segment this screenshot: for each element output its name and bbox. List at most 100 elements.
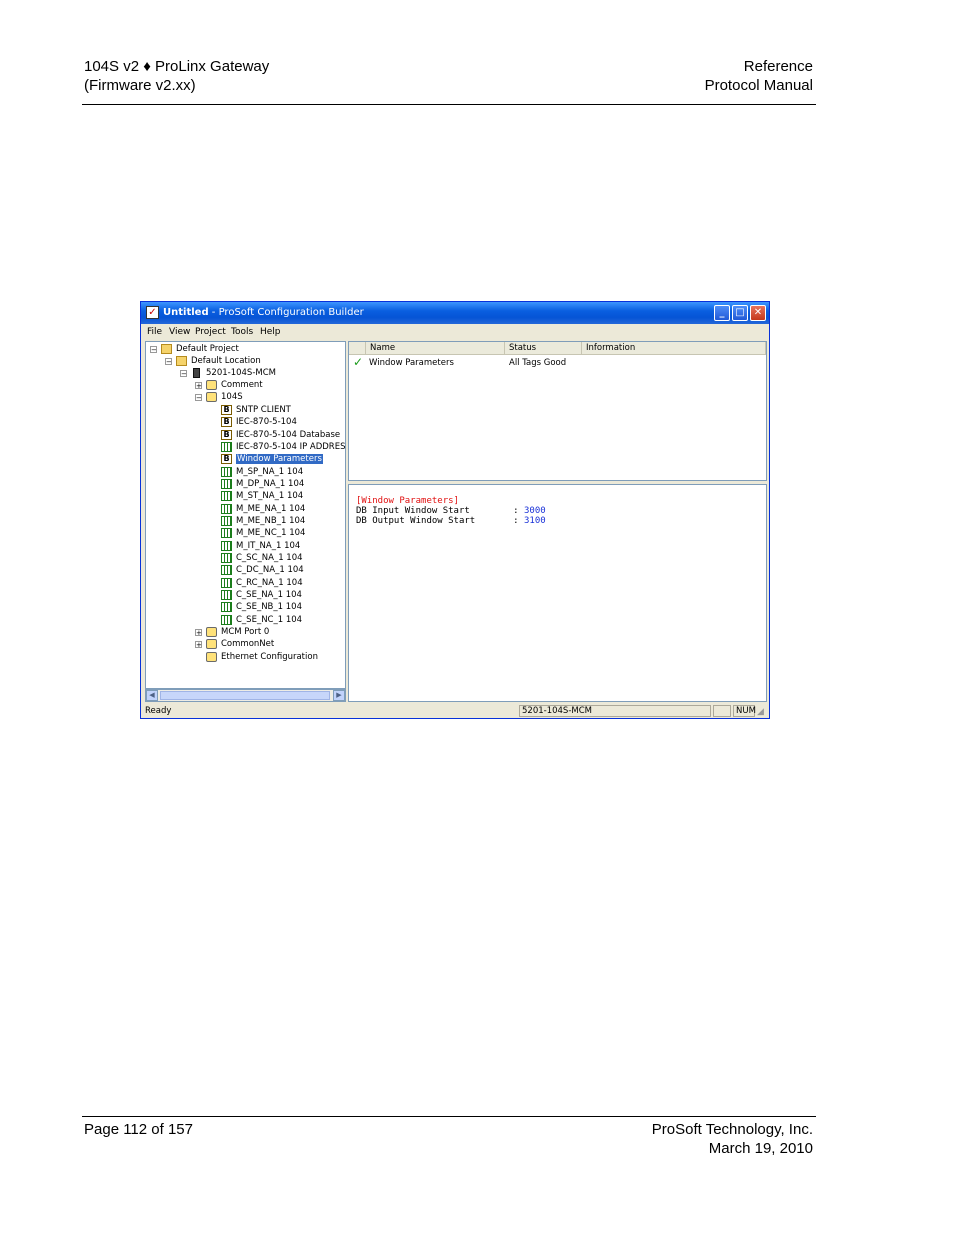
config-line-output-start: DB Output Window Start : 3100 bbox=[356, 516, 546, 526]
status-list[interactable]: Name Status Information ✓ Window Paramet… bbox=[348, 341, 767, 481]
config-icon: B bbox=[221, 405, 232, 415]
header-rule bbox=[82, 104, 816, 105]
grid-icon bbox=[221, 565, 232, 575]
footer-date: March 19, 2010 bbox=[708, 1140, 813, 1157]
grid-icon bbox=[221, 590, 232, 600]
tree-item-c-se-nb[interactable]: C_SE_NB_1 104 bbox=[221, 601, 302, 613]
config-text-view[interactable]: [Window Parameters] DB Input Window Star… bbox=[348, 484, 767, 702]
tree-item-default-project[interactable]: Default Project bbox=[161, 343, 239, 355]
tree-item-default-location[interactable]: Default Location bbox=[176, 355, 261, 367]
menu-tools[interactable]: Tools bbox=[231, 327, 253, 337]
tree-item-iec-104-ip[interactable]: IEC-870-5-104 IP ADDRESSES bbox=[221, 441, 345, 453]
tree-item-iec-104[interactable]: B IEC-870-5-104 bbox=[221, 416, 297, 428]
window-title: Untitled - ProSoft Configuration Builder bbox=[163, 307, 364, 318]
menu-project[interactable]: Project bbox=[195, 327, 226, 337]
menu-file[interactable]: File bbox=[147, 327, 162, 337]
tree-item-m-me-nc[interactable]: M_ME_NC_1 104 bbox=[221, 527, 305, 539]
grid-icon bbox=[221, 602, 232, 612]
network-icon bbox=[206, 639, 217, 649]
maximize-button[interactable]: □ bbox=[732, 305, 748, 321]
column-header-name[interactable]: Name bbox=[366, 342, 505, 355]
collapse-icon[interactable]: − bbox=[180, 370, 187, 378]
scroll-thumb[interactable] bbox=[160, 691, 330, 700]
tree-item-m-me-nb[interactable]: M_ME_NB_1 104 bbox=[221, 515, 305, 527]
title-app: - ProSoft Configuration Builder bbox=[208, 307, 364, 318]
expand-icon[interactable]: + bbox=[195, 629, 202, 637]
config-icon: B bbox=[221, 417, 232, 427]
tree-item-m-dp-na[interactable]: M_DP_NA_1 104 bbox=[221, 478, 304, 490]
expand-icon[interactable]: + bbox=[195, 641, 202, 649]
header-product: 104S v2 ♦ ProLinx Gateway bbox=[84, 58, 270, 75]
tree-item-m-it-na[interactable]: M_IT_NA_1 104 bbox=[221, 540, 300, 552]
network-icon bbox=[206, 380, 217, 390]
tree-item-104s[interactable]: 104S bbox=[206, 391, 243, 403]
status-ready: Ready bbox=[145, 706, 172, 716]
config-edit-icon: B bbox=[221, 454, 232, 464]
project-tree[interactable]: − Default Project − Default Location − 5… bbox=[145, 341, 346, 689]
resize-grip-icon[interactable]: ◢ bbox=[757, 705, 764, 719]
config-line-input-start: DB Input Window Start : 3000 bbox=[356, 506, 546, 516]
tree-item-c-rc-na[interactable]: C_RC_NA_1 104 bbox=[221, 577, 303, 589]
grid-icon bbox=[221, 467, 232, 477]
column-header-icon[interactable] bbox=[349, 342, 366, 355]
menu-help[interactable]: Help bbox=[260, 327, 281, 337]
column-header-status[interactable]: Status bbox=[505, 342, 582, 355]
tree-horizontal-scrollbar[interactable]: ◀ ▶ bbox=[145, 689, 346, 702]
location-icon bbox=[176, 356, 187, 366]
tree-item-sntp-client[interactable]: B SNTP CLIENT bbox=[221, 404, 291, 416]
tree-item-c-dc-na[interactable]: C_DC_NA_1 104 bbox=[221, 564, 304, 576]
list-item-status: All Tags Good bbox=[509, 358, 567, 368]
collapse-icon[interactable]: − bbox=[150, 346, 157, 354]
tree-item-ethernet-configuration[interactable]: Ethernet Configuration bbox=[206, 651, 318, 663]
close-button[interactable]: ✕ bbox=[750, 305, 766, 321]
header-firmware: (Firmware v2.xx) bbox=[84, 77, 196, 94]
menu-bar: File View Project Tools Help bbox=[141, 324, 769, 339]
grid-icon bbox=[221, 541, 232, 551]
pcb-window: ✓ Untitled - ProSoft Configuration Build… bbox=[140, 301, 770, 719]
grid-icon bbox=[221, 578, 232, 588]
grid-icon bbox=[221, 516, 232, 526]
collapse-icon[interactable]: − bbox=[165, 358, 172, 366]
menu-view[interactable]: View bbox=[169, 327, 190, 337]
footer-page: Page 112 of 157 bbox=[84, 1121, 193, 1138]
tree-item-m-sp-na[interactable]: M_SP_NA_1 104 bbox=[221, 466, 303, 478]
list-item-name[interactable]: Window Parameters bbox=[369, 357, 454, 369]
ethernet-icon bbox=[206, 652, 217, 662]
config-icon: B bbox=[221, 430, 232, 440]
grid-icon bbox=[221, 553, 232, 563]
tree-item-m-me-na[interactable]: M_ME_NA_1 104 bbox=[221, 503, 305, 515]
tree-item-c-sc-na[interactable]: C_SC_NA_1 104 bbox=[221, 552, 303, 564]
tree-item-module[interactable]: 5201-104S-MCM bbox=[191, 367, 276, 379]
app-icon: ✓ bbox=[146, 306, 159, 319]
grid-icon bbox=[221, 479, 232, 489]
grid-icon bbox=[221, 504, 232, 514]
status-bar: Ready 5201-104S-MCM NUM ◢ bbox=[141, 704, 769, 718]
tree-item-c-se-nc[interactable]: C_SE_NC_1 104 bbox=[221, 614, 302, 626]
header-reference: Reference bbox=[743, 58, 813, 75]
header-left: 104S v2 ♦ ProLinx Gateway (Firmware v2.x… bbox=[84, 57, 269, 95]
status-module: 5201-104S-MCM bbox=[519, 705, 711, 717]
expand-icon[interactable]: + bbox=[195, 382, 202, 390]
scroll-right-icon[interactable]: ▶ bbox=[333, 690, 345, 701]
grid-icon bbox=[221, 442, 232, 452]
tree-item-iec-104-database[interactable]: B IEC-870-5-104 Database bbox=[221, 429, 340, 441]
grid-icon bbox=[221, 615, 232, 625]
collapse-icon[interactable]: − bbox=[195, 394, 202, 402]
output-window-start-value: 3100 bbox=[523, 516, 546, 526]
tree-item-m-st-na[interactable]: M_ST_NA_1 104 bbox=[221, 490, 303, 502]
column-header-information[interactable]: Information bbox=[582, 342, 766, 355]
title-doc: Untitled bbox=[163, 307, 209, 318]
title-bar[interactable]: ✓ Untitled - ProSoft Configuration Build… bbox=[141, 302, 769, 324]
tree-item-comment[interactable]: Comment bbox=[206, 379, 263, 391]
tree-item-c-se-na[interactable]: C_SE_NA_1 104 bbox=[221, 589, 302, 601]
input-window-start-value: 3000 bbox=[523, 506, 546, 516]
tree-item-commonnet[interactable]: CommonNet bbox=[206, 638, 274, 650]
minimize-button[interactable]: _ bbox=[714, 305, 730, 321]
tree-item-mcm-port[interactable]: MCM Port 0 bbox=[206, 626, 269, 638]
checkmark-icon: ✓ bbox=[353, 355, 364, 369]
tree-item-window-parameters[interactable]: B Window Parameters bbox=[221, 453, 323, 465]
footer-rule bbox=[82, 1116, 816, 1117]
status-num: NUM bbox=[733, 705, 756, 717]
scroll-left-icon[interactable]: ◀ bbox=[146, 690, 158, 701]
grid-icon bbox=[221, 528, 232, 538]
